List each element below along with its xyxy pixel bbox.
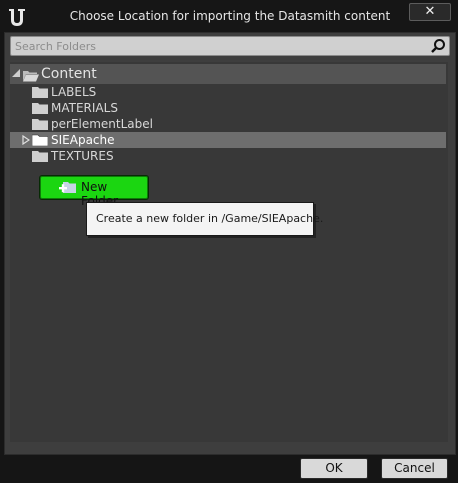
collapsed-arrow-icon[interactable] [22, 134, 32, 146]
tree-item-labels[interactable]: LABELS [10, 84, 446, 100]
search-icon[interactable] [430, 38, 446, 54]
title-bar: Choose Location for importing the Datasm… [0, 0, 458, 32]
close-button[interactable]: ✕ [409, 3, 451, 21]
search-box[interactable] [10, 36, 450, 56]
folder-icon [31, 134, 49, 147]
expand-arrow-icon[interactable] [12, 69, 22, 79]
tree-item-sieapache[interactable]: SIEApache [10, 132, 446, 148]
open-folder-icon [22, 68, 39, 82]
tree-item-label: LABELS [51, 85, 97, 99]
folder-icon [32, 150, 48, 162]
search-input[interactable] [15, 37, 425, 55]
tooltip-text: Create a new folder in /Game/SIEApache. [96, 212, 324, 225]
folder-tree: Content LABELS MATERIALS perElementLabel [10, 62, 448, 442]
tree-item-label: MATERIALS [51, 101, 118, 115]
import-location-dialog: Choose Location for importing the Datasm… [0, 0, 458, 483]
ok-button[interactable]: OK [300, 458, 368, 479]
folder-icon [32, 118, 48, 130]
new-folder-icon [59, 180, 76, 195]
folder-icon [32, 102, 48, 114]
new-folder-button[interactable]: New Folder [40, 176, 148, 208]
tree-root-content[interactable]: Content [10, 64, 446, 84]
new-folder-tooltip: Create a new folder in /Game/SIEApache. [86, 202, 323, 236]
folder-icon [32, 86, 48, 98]
window-title: Choose Location for importing the Datasm… [69, 9, 391, 23]
close-icon: ✕ [424, 4, 436, 19]
tree-item-label: SIEApache [51, 133, 115, 147]
tree-root-label: Content [41, 66, 97, 82]
tree-item-textures[interactable]: TEXTURES [10, 148, 446, 164]
tree-item-perelementlabel[interactable]: perElementLabel [10, 116, 446, 132]
tree-item-label: perElementLabel [51, 117, 153, 131]
cancel-button[interactable]: Cancel [381, 458, 448, 479]
tree-item-materials[interactable]: MATERIALS [10, 100, 446, 116]
unreal-logo-icon [6, 5, 28, 27]
tree-item-label: TEXTURES [51, 149, 114, 163]
